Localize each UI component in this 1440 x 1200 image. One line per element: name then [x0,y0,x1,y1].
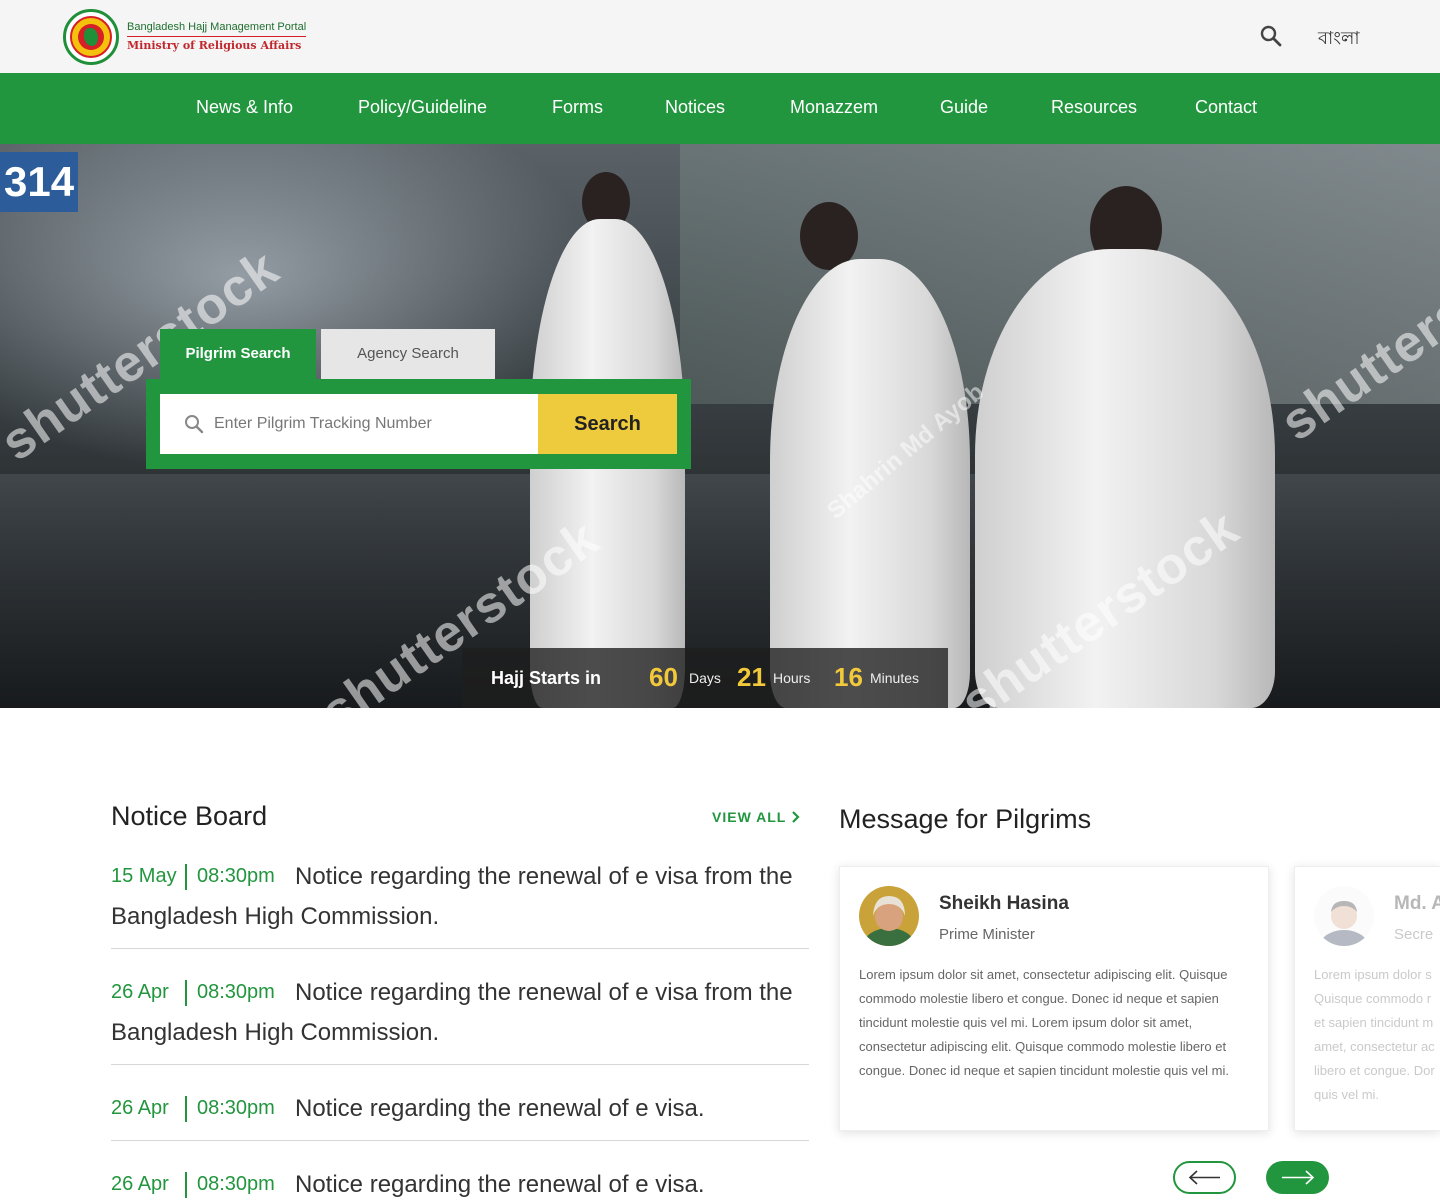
carousel-prev-button[interactable] [1173,1161,1236,1194]
nav-item-monazzem[interactable]: Monazzem [790,97,878,118]
search-panel: Search [146,379,691,469]
arrow-right-icon [1282,1170,1315,1185]
notice-item[interactable]: 26 Apr 08:30pm Notice regarding the rene… [111,973,809,1065]
ministry-name: Ministry of Religious Affairs [127,38,302,52]
language-switch[interactable]: বাংলা [1318,24,1360,55]
notice-item[interactable]: 26 Apr 08:30pm Notice regarding the rene… [111,1165,809,1200]
nav-item-policy-guideline[interactable]: Policy/Guideline [358,97,487,118]
countdown-label: Hajj Starts in [491,668,602,688]
avatar [859,886,919,946]
notice-separator [185,1096,187,1122]
notice-date: 26 Apr [111,981,169,1003]
chevron-right-icon[interactable] [788,806,804,828]
notice-board-title: Notice Board [111,801,268,831]
notice-item[interactable]: 26 Apr 08:30pm Notice regarding the rene… [111,1089,809,1141]
notice-separator [185,1172,187,1198]
nav-item-resources[interactable]: Resources [1051,97,1137,118]
main-navigation: News & Info Policy/Guideline Forms Notic… [0,73,1440,144]
search-field [160,394,539,454]
gate-sign: 314 [0,152,78,212]
nav-item-guide[interactable]: Guide [940,97,988,118]
notice-date: 26 Apr [111,1097,169,1119]
hajj-countdown: Hajj Starts in 60 Days 21 Hours 16 Minut… [462,648,948,708]
pilgrim-tracking-input[interactable] [214,408,524,440]
countdown-hours-unit: Hours [773,670,811,686]
search-icon [185,415,204,434]
notice-time: 08:30pm [197,1173,275,1195]
site-logo[interactable]: Bangladesh Hajj Management Portal Minist… [63,9,307,65]
tab-agency-search[interactable]: Agency Search [321,329,495,379]
message-card[interactable]: Md. A Secre Lorem ipsum dolor s Quisque … [1294,866,1440,1131]
message-body: Lorem ipsum dolor sit amet, consectetur … [859,967,1229,1078]
notice-date: 26 Apr [111,1173,169,1195]
countdown-hours: 21 [737,662,766,692]
countdown-minutes-unit: Minutes [870,670,920,686]
notice-item[interactable]: 15 May 08:30pm Notice regarding the rene… [111,857,809,949]
message-author-role: Prime Minister [939,926,1035,943]
search-icon[interactable] [1260,25,1282,47]
logo-text: Bangladesh Hajj Management Portal Minist… [127,20,307,55]
countdown-days: 60 [649,662,678,692]
notice-time: 08:30pm [197,981,275,1003]
message-body: Lorem ipsum dolor s Quisque commodo r et… [1314,967,1435,1102]
countdown-days-unit: Days [689,670,721,686]
arrow-left-icon [1188,1170,1220,1185]
notice-separator [185,864,187,890]
carousel-next-button[interactable] [1266,1161,1329,1194]
government-emblem-icon [63,9,119,65]
portal-name: Bangladesh Hajj Management Portal [127,20,307,37]
notice-time: 08:30pm [197,865,275,887]
message-card[interactable]: Sheikh Hasina Prime Minister Lorem ipsum… [839,866,1269,1131]
nav-item-contact[interactable]: Contact [1195,97,1257,118]
message-author-role: Secre [1394,926,1434,943]
notice-time: 08:30pm [197,1097,275,1119]
top-header: Bangladesh Hajj Management Portal Minist… [0,0,1440,73]
search-button[interactable]: Search [538,394,677,454]
countdown-minutes: 16 [834,662,863,692]
notice-date: 15 May [111,865,177,887]
notice-separator [185,980,187,1006]
tab-pilgrim-search[interactable]: Pilgrim Search [160,329,316,379]
message-author-name: Sheikh Hasina [939,893,1069,914]
nav-item-notices[interactable]: Notices [665,97,725,118]
message-author-name: Md. A [1394,893,1440,914]
nav-item-news-info[interactable]: News & Info [196,97,293,118]
messages-title: Message for Pilgrims [839,804,1092,834]
avatar [1314,886,1374,946]
nav-item-forms[interactable]: Forms [552,97,603,118]
view-all-link[interactable]: VIEW ALL [712,809,786,825]
